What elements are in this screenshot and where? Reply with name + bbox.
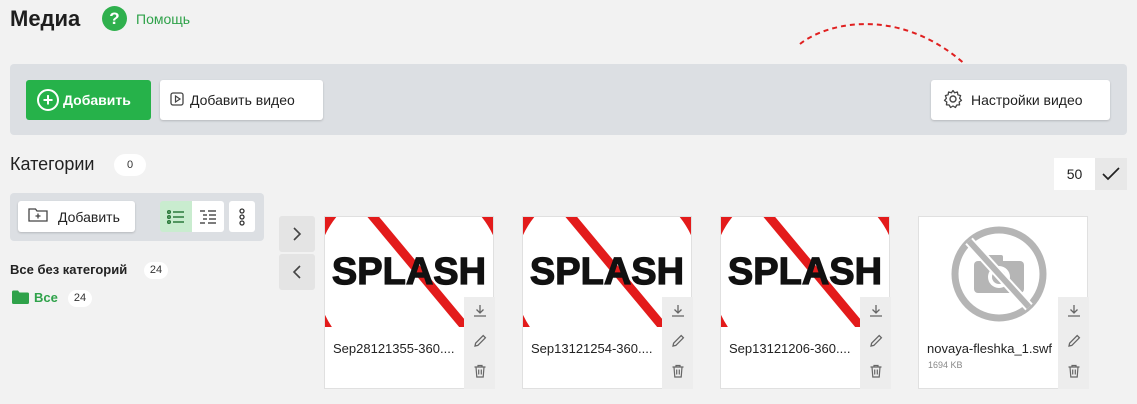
vertical-dots-icon <box>239 207 245 226</box>
card-actions <box>662 297 693 389</box>
chevron-left-icon <box>292 265 301 279</box>
tree-view-toggle[interactable] <box>192 201 224 232</box>
media-card[interactable]: SPLASH Sep28121355-360.... <box>324 216 495 389</box>
thumbnail-text: SPLASH <box>530 251 684 293</box>
plus-circle-icon: + <box>37 89 59 111</box>
video-settings-label: Настройки видео <box>971 92 1083 108</box>
folder-icon <box>12 290 29 304</box>
per-page-input[interactable]: 50 <box>1054 158 1095 190</box>
trash-icon[interactable] <box>1066 363 1082 379</box>
video-settings-button[interactable]: Настройки видео <box>931 80 1110 120</box>
trash-icon[interactable] <box>670 363 686 379</box>
thumbnail-text: SPLASH <box>728 251 882 293</box>
card-actions <box>1058 297 1089 389</box>
add-category-button[interactable]: Добавить <box>18 201 135 232</box>
download-icon[interactable] <box>868 303 884 319</box>
card-actions <box>860 297 891 389</box>
tree-list-icon <box>200 209 216 224</box>
media-card[interactable]: SPLASH Sep13121206-360.... <box>720 216 891 389</box>
edit-icon[interactable] <box>1066 333 1082 349</box>
uncategorized-count-badge: 24 <box>144 262 168 279</box>
list-view-toggle[interactable] <box>160 201 192 232</box>
trash-icon[interactable] <box>472 363 488 379</box>
edit-icon[interactable] <box>472 333 488 349</box>
categories-title: Категории <box>10 154 95 174</box>
add-video-button[interactable]: Добавить видео <box>160 80 323 120</box>
all-count-badge: 24 <box>68 290 92 307</box>
file-size: 1694 KB <box>928 360 963 370</box>
media-toolbar: + Добавить Добавить видео Настройки виде… <box>10 64 1127 135</box>
file-name: Sep28121355-360.... <box>333 341 455 356</box>
add-button[interactable]: + Добавить <box>26 80 151 120</box>
uncategorized-link[interactable]: Все без категорий <box>10 262 127 277</box>
trash-icon[interactable] <box>868 363 884 379</box>
file-name: novaya-fleshka_1.swf <box>927 341 1053 356</box>
edit-icon[interactable] <box>868 333 884 349</box>
download-icon[interactable] <box>670 303 686 319</box>
categories-count-badge: 0 <box>114 154 146 176</box>
per-page-apply-button[interactable] <box>1095 158 1127 190</box>
download-icon[interactable] <box>1066 303 1082 319</box>
add-video-label: Добавить видео <box>190 92 295 108</box>
card-actions <box>464 297 495 389</box>
folder-plus-icon <box>28 207 48 226</box>
edit-icon[interactable] <box>670 333 686 349</box>
add-button-label: Добавить <box>63 92 131 108</box>
media-card[interactable]: novaya-fleshka_1.swf 1694 KB <box>918 216 1089 389</box>
category-all[interactable]: Все <box>34 290 58 305</box>
list-icon <box>167 209 184 224</box>
categories-toolbar: Добавить <box>10 193 264 241</box>
help-link[interactable]: Помощь <box>136 11 190 27</box>
page-title: Медиа <box>10 6 81 31</box>
more-options-button[interactable] <box>229 201 255 232</box>
add-category-label: Добавить <box>58 208 120 225</box>
help-icon[interactable]: ? <box>102 6 127 31</box>
gear-icon <box>943 89 963 112</box>
media-card[interactable]: SPLASH Sep13121254-360.... <box>522 216 693 389</box>
file-name: Sep13121254-360.... <box>531 341 653 356</box>
chevron-right-icon <box>293 227 302 241</box>
video-icon <box>170 91 184 109</box>
download-icon[interactable] <box>472 303 488 319</box>
file-name: Sep13121206-360.... <box>729 341 851 356</box>
thumbnail-text: SPLASH <box>332 251 486 293</box>
next-button[interactable] <box>279 216 315 252</box>
check-icon <box>1102 167 1120 181</box>
prev-button[interactable] <box>279 254 315 290</box>
